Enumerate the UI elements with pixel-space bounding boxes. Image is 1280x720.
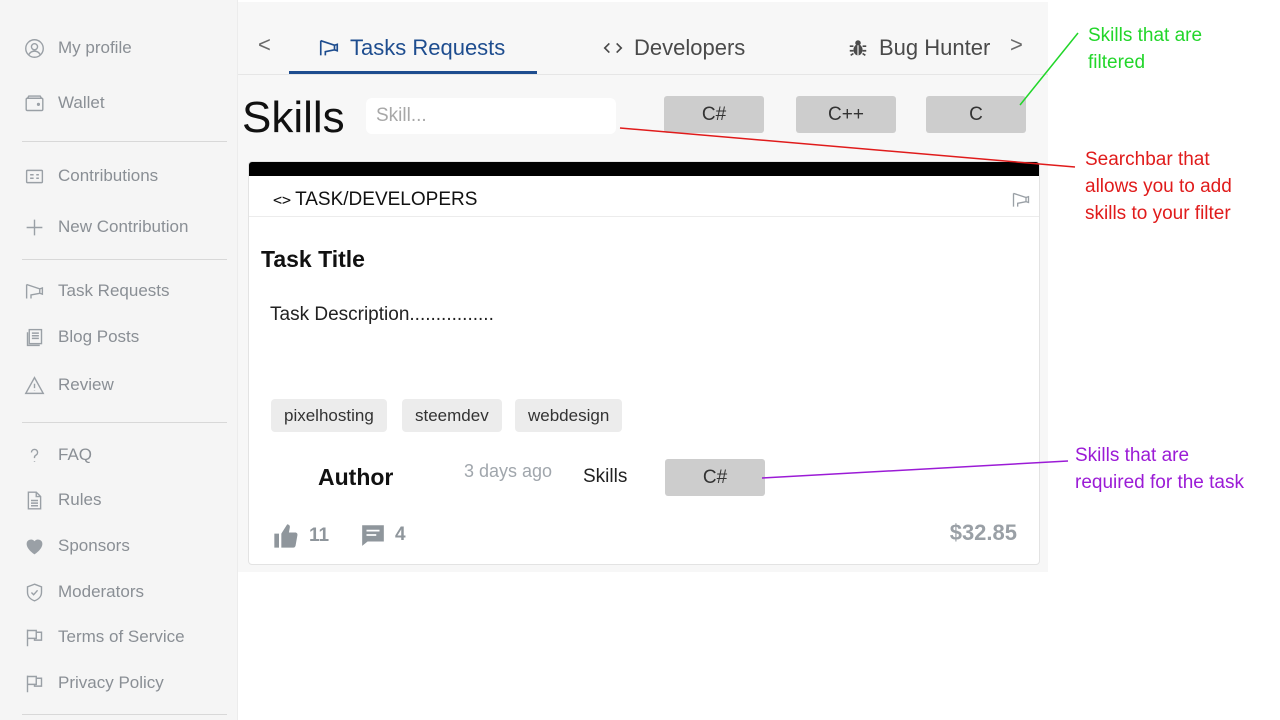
tab-label: Developers (634, 35, 746, 60)
user-circle-icon (22, 36, 46, 60)
sidebar-item-sponsors[interactable]: Sponsors (22, 531, 130, 561)
warning-icon (22, 373, 46, 397)
filter-skill-chip[interactable]: C++ (796, 96, 896, 133)
tab-label: Tasks Requests (350, 35, 506, 60)
sidebar-item-label: Terms of Service (58, 627, 185, 646)
megaphone-icon (22, 279, 46, 303)
skill-search-input[interactable] (366, 98, 616, 134)
tab-label: Bug Hunter (879, 35, 991, 60)
heart-icon (22, 534, 46, 558)
code-icon: <> (273, 191, 292, 209)
sidebar-divider (22, 422, 227, 423)
sidebar-item-terms-of-service[interactable]: Terms of Service (22, 622, 185, 652)
card-top-bar (249, 162, 1039, 176)
annotation-searchbar: Searchbar that allows you to add skills … (1085, 146, 1232, 227)
task-card[interactable]: <> TASK/DEVELOPERS Task Title Task Descr… (248, 161, 1040, 565)
shield-icon (22, 580, 46, 604)
code-icon (602, 37, 624, 59)
main-panel: < Tasks Requests Developers Bug Hunter >… (238, 2, 1048, 572)
tabs-prev-button[interactable]: < (258, 32, 271, 58)
annotation-text: allows you to add (1085, 176, 1232, 197)
sidebar-item-my-profile[interactable]: My profile (22, 33, 132, 63)
sidebar-item-label: Contributions (58, 166, 159, 185)
like-count: 11 (309, 525, 330, 546)
sidebar-item-review[interactable]: Review (22, 370, 114, 400)
card-header: <> TASK/DEVELOPERS (249, 176, 1039, 217)
bug-icon (847, 37, 869, 59)
tab-bug-hunter[interactable]: Bug Hunter (847, 32, 990, 64)
card-category: <> TASK/DEVELOPERS (273, 189, 477, 211)
tab-bar-divider (238, 74, 1048, 75)
sidebar-item-label: Sponsors (58, 536, 130, 555)
sidebar-item-contributions[interactable]: Contributions (22, 161, 158, 191)
sidebar-item-privacy-policy[interactable]: Privacy Policy (22, 668, 164, 698)
tabs-next-button[interactable]: > (1010, 32, 1023, 58)
sidebar-item-wallet[interactable]: Wallet (22, 88, 105, 118)
task-tag[interactable]: steemdev (402, 399, 502, 432)
annotation-text: Skills that are (1075, 445, 1190, 466)
sidebar-item-blog-posts[interactable]: Blog Posts (22, 322, 139, 352)
card-category-label: TASK/DEVELOPERS (295, 189, 478, 210)
comments-button[interactable]: 4 (359, 522, 406, 548)
sidebar-item-new-contribution[interactable]: New Contribution (22, 212, 188, 242)
required-skills-label: Skills (583, 466, 628, 487)
sidebar-item-label: My profile (58, 38, 132, 57)
task-tag[interactable]: pixelhosting (271, 399, 387, 432)
megaphone-icon[interactable] (1011, 190, 1031, 215)
sidebar-item-rules[interactable]: Rules (22, 485, 101, 515)
sidebar-divider (22, 259, 227, 260)
sidebar-divider (22, 141, 227, 142)
filter-skill-chip[interactable]: C (926, 96, 1026, 133)
annotation-filtered: Skills that are filtered (1088, 22, 1202, 76)
sidebar-item-task-requests[interactable]: Task Requests (22, 276, 170, 306)
annotation-required: Skills that are required for the task (1075, 442, 1244, 496)
sidebar-item-label: FAQ (58, 445, 93, 464)
tab-developers[interactable]: Developers (602, 32, 745, 64)
tab-bar: < Tasks Requests Developers Bug Hunter > (238, 2, 1048, 75)
skills-heading: Skills (242, 93, 345, 142)
annotation-text: Skills that are (1088, 25, 1203, 46)
sidebar-item-label: New Contribution (58, 217, 189, 236)
annotation-text: filtered (1088, 52, 1146, 73)
blog-icon (22, 325, 46, 349)
task-timestamp: 3 days ago (464, 461, 553, 481)
sidebar-item-moderators[interactable]: Moderators (22, 577, 144, 607)
sidebar-item-label: Blog Posts (58, 327, 140, 346)
annotation-text: skills to your filter (1085, 203, 1231, 224)
annotation-text: required for the task (1075, 472, 1244, 493)
flag-icon (22, 671, 46, 695)
tab-tasks-requests[interactable]: Tasks Requests (318, 32, 505, 64)
comment-count: 4 (395, 524, 406, 545)
wallet-icon (22, 91, 46, 115)
payout-amount: $32.85 (949, 520, 1017, 545)
annotation-text: Searchbar that (1085, 149, 1210, 170)
document-icon (22, 488, 46, 512)
sidebar-item-label: Review (58, 375, 114, 394)
megaphone-icon (318, 37, 340, 59)
task-author[interactable]: Author (318, 464, 393, 491)
sidebar-divider (22, 714, 227, 715)
sidebar-item-label: Rules (58, 490, 102, 509)
sidebar-item-label: Task Requests (58, 281, 170, 300)
question-icon (22, 443, 46, 467)
task-title[interactable]: Task Title (261, 246, 365, 273)
comment-icon (362, 525, 384, 546)
plus-icon (22, 215, 46, 239)
like-button[interactable]: 11 (271, 522, 329, 550)
sidebar: My profile Wallet Contributions New Cont… (0, 0, 238, 720)
task-tag[interactable]: webdesign (515, 399, 623, 432)
sidebar-item-label: Moderators (58, 582, 144, 601)
sidebar-item-label: Wallet (58, 93, 105, 112)
required-skill-chip: C# (665, 459, 765, 496)
filter-skill-chip[interactable]: C# (664, 96, 764, 133)
task-description: Task Description................ (270, 304, 494, 325)
contributions-icon (22, 164, 46, 188)
thumbs-up-icon (274, 524, 298, 548)
sidebar-item-faq[interactable]: FAQ (22, 440, 92, 470)
flag-icon (22, 625, 46, 649)
sidebar-item-label: Privacy Policy (58, 673, 164, 692)
